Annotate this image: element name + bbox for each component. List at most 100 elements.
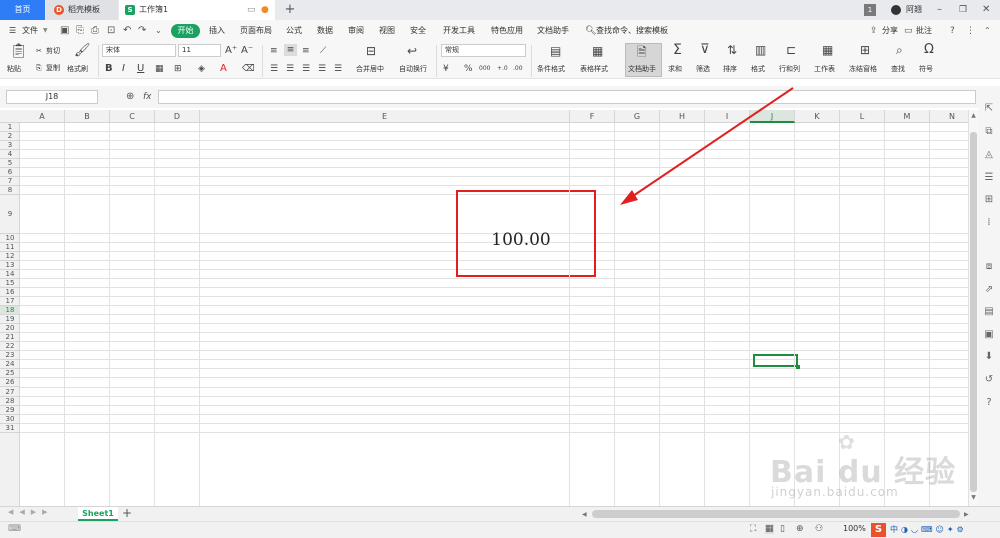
column-header-D[interactable]: D	[155, 110, 200, 123]
menu-view[interactable]: 视图	[379, 20, 395, 42]
zoom-formula-icon[interactable]: ⊕	[126, 90, 134, 104]
menu-start[interactable]: 开始	[171, 24, 200, 38]
cell-border-icon[interactable]: ⊞	[174, 63, 182, 75]
row-header-31[interactable]: 31	[0, 424, 20, 433]
fx-button[interactable]: fx	[143, 90, 152, 104]
align-top-icon[interactable]: ≡	[270, 45, 278, 57]
shapes-icon[interactable]: ⧉	[982, 125, 996, 139]
row-header-12[interactable]: 12	[0, 252, 20, 262]
maximize-icon[interactable]: ❐	[959, 0, 967, 20]
fill-color-icon[interactable]: ◈	[198, 63, 205, 75]
align-left-icon[interactable]: ☰	[270, 63, 278, 75]
new-tab-button[interactable]: +	[282, 0, 298, 20]
row-header-18[interactable]: 18	[0, 306, 20, 316]
column-header-I[interactable]: I	[705, 110, 750, 123]
doc-helper-button[interactable]: 🗎︎ 文档助手	[625, 43, 662, 77]
row-header-29[interactable]: 29	[0, 406, 20, 415]
page-count-badge[interactable]: 1	[864, 4, 876, 16]
clear-format-icon[interactable]: ⌫	[242, 63, 255, 75]
cut-button[interactable]: 剪切	[46, 46, 60, 56]
row-header-24[interactable]: 24	[0, 360, 20, 370]
name-box[interactable]: J18	[6, 90, 98, 104]
row-header-4[interactable]: 4	[0, 150, 20, 160]
select-pointer-icon[interactable]: ⇱	[982, 102, 996, 116]
paste-icon[interactable]: 📋︎	[10, 44, 28, 58]
collapse-ribbon-icon[interactable]: ⌃	[984, 20, 991, 42]
menu-developer[interactable]: 开发工具	[443, 20, 475, 42]
tab-templates[interactable]: D 稻壳模板	[46, 0, 118, 20]
number-format-select[interactable]: 常规	[441, 44, 526, 57]
customize-icon[interactable]: ⌄	[155, 20, 162, 42]
thousands-button[interactable]: 000	[479, 63, 490, 75]
font-name-select[interactable]: 宋体	[102, 44, 176, 57]
row-header-1[interactable]: 1	[0, 123, 20, 133]
row-header-13[interactable]: 13	[0, 261, 20, 271]
scroll-down-icon[interactable]: ▼	[969, 494, 978, 501]
column-header-J[interactable]: J	[750, 110, 795, 123]
row-header-26[interactable]: 26	[0, 378, 20, 388]
normal-view-icon[interactable]: ▦	[765, 524, 774, 534]
menu-formula[interactable]: 公式	[286, 20, 302, 42]
chevron-down-icon[interactable]: ▼	[43, 20, 48, 42]
close-icon[interactable]: ✕	[982, 0, 990, 20]
row-header-2[interactable]: 2	[0, 132, 20, 142]
row-header-22[interactable]: 22	[0, 342, 20, 352]
archive-icon[interactable]: ▤	[982, 305, 996, 319]
row-header-3[interactable]: 3	[0, 141, 20, 151]
sheet-tab-sheet1[interactable]: Sheet1	[78, 507, 118, 521]
decrease-decimal-button[interactable]: .00	[513, 63, 523, 75]
column-header-L[interactable]: L	[840, 110, 885, 123]
align-middle-icon[interactable]: ≡	[284, 44, 297, 56]
row-header-11[interactable]: 11	[0, 243, 20, 253]
row-header-5[interactable]: 5	[0, 159, 20, 169]
symbol-button[interactable]: 符号	[919, 64, 933, 74]
formula-input[interactable]	[158, 90, 976, 104]
copy-button[interactable]: 复制	[46, 63, 60, 73]
input-method-icon[interactable]: S	[871, 523, 886, 537]
user-name[interactable]: 阿翘	[906, 0, 922, 20]
sort-button[interactable]: 排序	[723, 64, 737, 74]
row-header-25[interactable]: 25	[0, 369, 20, 379]
dots-icon[interactable]: ⁞	[982, 216, 996, 230]
fullscreen-icon[interactable]: ⛶	[750, 524, 756, 534]
row-header-20[interactable]: 20	[0, 324, 20, 334]
save-icon[interactable]: ▣	[60, 20, 69, 42]
increase-font-icon[interactable]: A⁺	[225, 45, 237, 57]
row-header-17[interactable]: 17	[0, 297, 20, 307]
column-header-G[interactable]: G	[615, 110, 660, 123]
merge-center-button[interactable]: 合并居中	[356, 64, 384, 74]
vertical-scrollbar[interactable]: ▲ ▼	[968, 110, 978, 506]
command-search-input[interactable]: 查找命令、搜索模板	[596, 20, 668, 42]
reading-mode-icon[interactable]: ⚇	[815, 524, 823, 534]
help-circle-icon[interactable]: ?	[982, 396, 996, 410]
style-brush-icon[interactable]: ◬	[982, 148, 996, 162]
menu-review[interactable]: 审阅	[348, 20, 364, 42]
align-center-icon[interactable]: ☰	[286, 63, 294, 75]
format-button[interactable]: 格式	[751, 64, 765, 74]
image-icon[interactable]: ▣	[982, 328, 996, 342]
zoom-level[interactable]: 100%	[843, 524, 866, 533]
row-header-7[interactable]: 7	[0, 177, 20, 187]
orientation-icon[interactable]: ⟋	[320, 45, 326, 57]
backup-icon[interactable]: ⧈	[982, 260, 996, 274]
row-col-button[interactable]: 行和列	[779, 64, 800, 74]
comment-button[interactable]: 批注	[916, 20, 932, 42]
row-header-10[interactable]: 10	[0, 234, 20, 244]
sheet-nav-icon[interactable]: ◀◀▶▶	[8, 508, 54, 516]
justify-icon[interactable]: ☰	[318, 63, 326, 75]
row-header-23[interactable]: 23	[0, 351, 20, 361]
currency-icon[interactable]: ¥	[443, 63, 449, 75]
font-size-select[interactable]: 11	[178, 44, 221, 57]
align-right-icon[interactable]: ☰	[302, 63, 310, 75]
column-header-K[interactable]: K	[795, 110, 840, 123]
column-header-A[interactable]: A	[20, 110, 65, 123]
column-header-M[interactable]: M	[885, 110, 930, 123]
find-button[interactable]: 查找	[891, 64, 905, 74]
tab-home[interactable]: 首页	[0, 0, 45, 20]
percent-button[interactable]: %	[464, 63, 473, 75]
fill-handle[interactable]	[796, 365, 800, 369]
add-sheet-icon[interactable]: +	[122, 506, 132, 520]
format-painter-button[interactable]: 格式刷	[67, 64, 88, 74]
menu-file[interactable]: 文件	[22, 20, 38, 42]
more-icon[interactable]: ⋮	[966, 20, 975, 42]
